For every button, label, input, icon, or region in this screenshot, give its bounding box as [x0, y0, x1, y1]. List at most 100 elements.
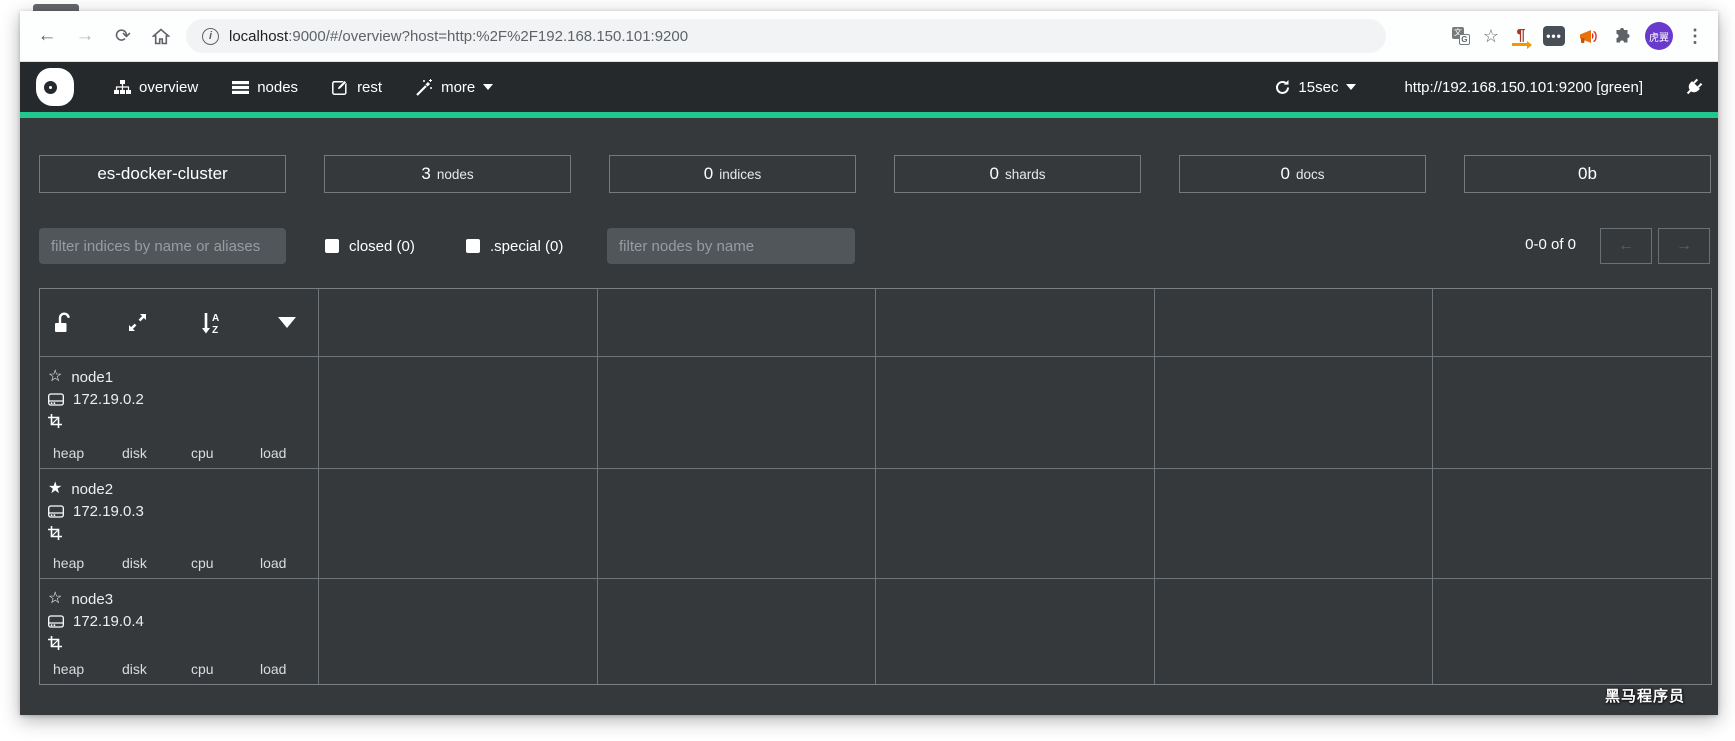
empty-cell: [318, 579, 597, 684]
nodes-table: AZ ☆node1 172.1: [39, 288, 1712, 685]
nav-item-nodes[interactable]: nodes: [232, 79, 298, 96]
checkbox-icon[interactable]: [466, 239, 480, 253]
empty-cell: [1432, 579, 1711, 684]
sort-alpha-icon[interactable]: AZ: [201, 312, 222, 334]
cluster-stats-row: es-docker-cluster 3nodes 0indices 0shard…: [39, 155, 1711, 193]
empty-cell: [1154, 579, 1433, 684]
filter-row: closed (0) .special (0) 0-0 of 0 ← →: [39, 228, 1711, 264]
browser-toolbar: ← → ⟳ i localhost:9000/#/overview?host=h…: [20, 11, 1718, 62]
magic-wand-icon: [416, 79, 433, 96]
list-icon: [232, 81, 249, 94]
chevron-down-icon: [1346, 84, 1356, 90]
table-row-node1: ☆node1 172.19.0.2 heap disk cpu loa: [40, 356, 1711, 468]
nav-item-overview[interactable]: overview: [114, 79, 198, 96]
filter-nodes-input[interactable]: [607, 228, 855, 264]
cpu-gauge[interactable]: cpu: [191, 555, 249, 574]
disk-gauge[interactable]: disk: [122, 445, 180, 464]
browser-window: ← → ⟳ i localhost:9000/#/overview?host=h…: [20, 11, 1718, 715]
url-bar[interactable]: i localhost:9000/#/overview?host=http:%2…: [186, 19, 1386, 53]
url-text[interactable]: localhost:9000/#/overview?host=http:%2F%…: [229, 28, 688, 45]
stat-cluster-name: es-docker-cluster: [39, 155, 286, 193]
heap-gauge[interactable]: heap: [53, 661, 111, 680]
page-info-icon[interactable]: i: [202, 28, 219, 45]
index-column-header: [875, 289, 1154, 356]
cpu-gauge[interactable]: cpu: [191, 661, 249, 680]
empty-cell: [597, 357, 876, 468]
index-column-header: [318, 289, 597, 356]
table-row-node3: ☆node3 172.19.0.4 heap disk cpu loa: [40, 578, 1711, 684]
extensions-puzzle-icon[interactable]: [1613, 27, 1632, 46]
orange-arrow: [1512, 43, 1528, 46]
node-cell: ☆node3 172.19.0.4 heap disk cpu loa: [40, 579, 318, 684]
column-menu-caret-icon[interactable]: [278, 317, 296, 328]
translate-icon[interactable]: 文 G: [1452, 27, 1470, 45]
heap-gauge[interactable]: heap: [53, 555, 111, 574]
disk-gauge[interactable]: disk: [122, 555, 180, 574]
crop-icon: [48, 414, 62, 428]
overview-content: es-docker-cluster 3nodes 0indices 0shard…: [39, 118, 1711, 715]
stat-nodes: 3nodes: [324, 155, 571, 193]
refresh-interval-value: 15sec: [1298, 79, 1338, 96]
pilcrow-extension-icon[interactable]: ¶: [1512, 26, 1530, 46]
closed-checkbox[interactable]: closed (0): [325, 228, 415, 264]
empty-cell: [1154, 469, 1433, 578]
node-ip: 172.19.0.3: [73, 503, 144, 520]
load-gauge[interactable]: load: [260, 555, 318, 574]
pagination-next-button[interactable]: →: [1658, 228, 1710, 264]
stat-shards: 0shards: [894, 155, 1141, 193]
load-gauge[interactable]: load: [260, 445, 318, 464]
empty-cell: [875, 579, 1154, 684]
node-name[interactable]: node1: [71, 369, 113, 386]
cerebro-logo[interactable]: [36, 68, 74, 106]
nodes-header-cell: AZ: [40, 289, 318, 356]
home-icon: [152, 28, 170, 45]
node-ip: 172.19.0.2: [73, 391, 144, 408]
navbar-right: 15sec http://192.168.150.101:9200 [green…: [1275, 79, 1702, 96]
empty-cell: [318, 357, 597, 468]
index-column-header: [1432, 289, 1711, 356]
heap-gauge[interactable]: heap: [53, 445, 111, 464]
node-name[interactable]: node3: [71, 591, 113, 608]
disk-gauge[interactable]: disk: [122, 661, 180, 680]
profile-avatar[interactable]: 虎翼: [1645, 22, 1673, 50]
back-icon[interactable]: ←: [34, 23, 60, 49]
bookmark-star-icon[interactable]: ☆: [1483, 26, 1499, 47]
empty-cell: [1154, 357, 1433, 468]
nav-label: rest: [357, 79, 382, 96]
empty-cell: [875, 357, 1154, 468]
nav-label: more: [441, 79, 475, 96]
master-star-icon: ☆: [48, 369, 62, 385]
node-cell: ☆node1 172.19.0.2 heap disk cpu loa: [40, 357, 318, 468]
hdd-icon: [48, 393, 64, 406]
master-star-icon: ★: [48, 481, 62, 497]
stat-docs: 0docs: [1179, 155, 1426, 193]
node-ip: 172.19.0.4: [73, 613, 144, 630]
crop-icon: [48, 636, 62, 650]
empty-cell: [597, 469, 876, 578]
forward-icon[interactable]: →: [72, 23, 98, 49]
nav-item-rest[interactable]: rest: [332, 79, 382, 96]
cpu-gauge[interactable]: cpu: [191, 445, 249, 464]
cluster-host-status: http://192.168.150.101:9200 [green]: [1404, 79, 1643, 96]
checkbox-icon[interactable]: [325, 239, 339, 253]
node-name[interactable]: node2: [71, 481, 113, 498]
special-checkbox[interactable]: .special (0): [466, 228, 563, 264]
node-metrics: heap disk cpu load: [48, 445, 318, 464]
home-icon[interactable]: [148, 23, 174, 49]
unlock-icon[interactable]: [52, 312, 74, 334]
dots-extension-icon[interactable]: •••: [1543, 26, 1565, 46]
crop-icon: [48, 526, 62, 540]
logo-ring: [44, 81, 57, 94]
refresh-interval-dropdown[interactable]: 15sec: [1275, 79, 1356, 96]
load-gauge[interactable]: load: [260, 661, 318, 680]
hdd-icon: [48, 505, 64, 518]
filter-indices-input[interactable]: [39, 228, 286, 264]
expand-icon[interactable]: [127, 312, 148, 333]
app-navbar: overview nodes rest more 15sec: [20, 62, 1718, 112]
nav-item-more[interactable]: more: [416, 79, 493, 96]
reload-icon[interactable]: ⟳: [110, 23, 136, 49]
browser-menu-icon[interactable]: ⋮: [1686, 26, 1704, 47]
plug-icon[interactable]: [1681, 75, 1705, 99]
pagination-prev-button[interactable]: ←: [1600, 228, 1652, 264]
megaphone-extension-icon[interactable]: [1578, 28, 1600, 45]
